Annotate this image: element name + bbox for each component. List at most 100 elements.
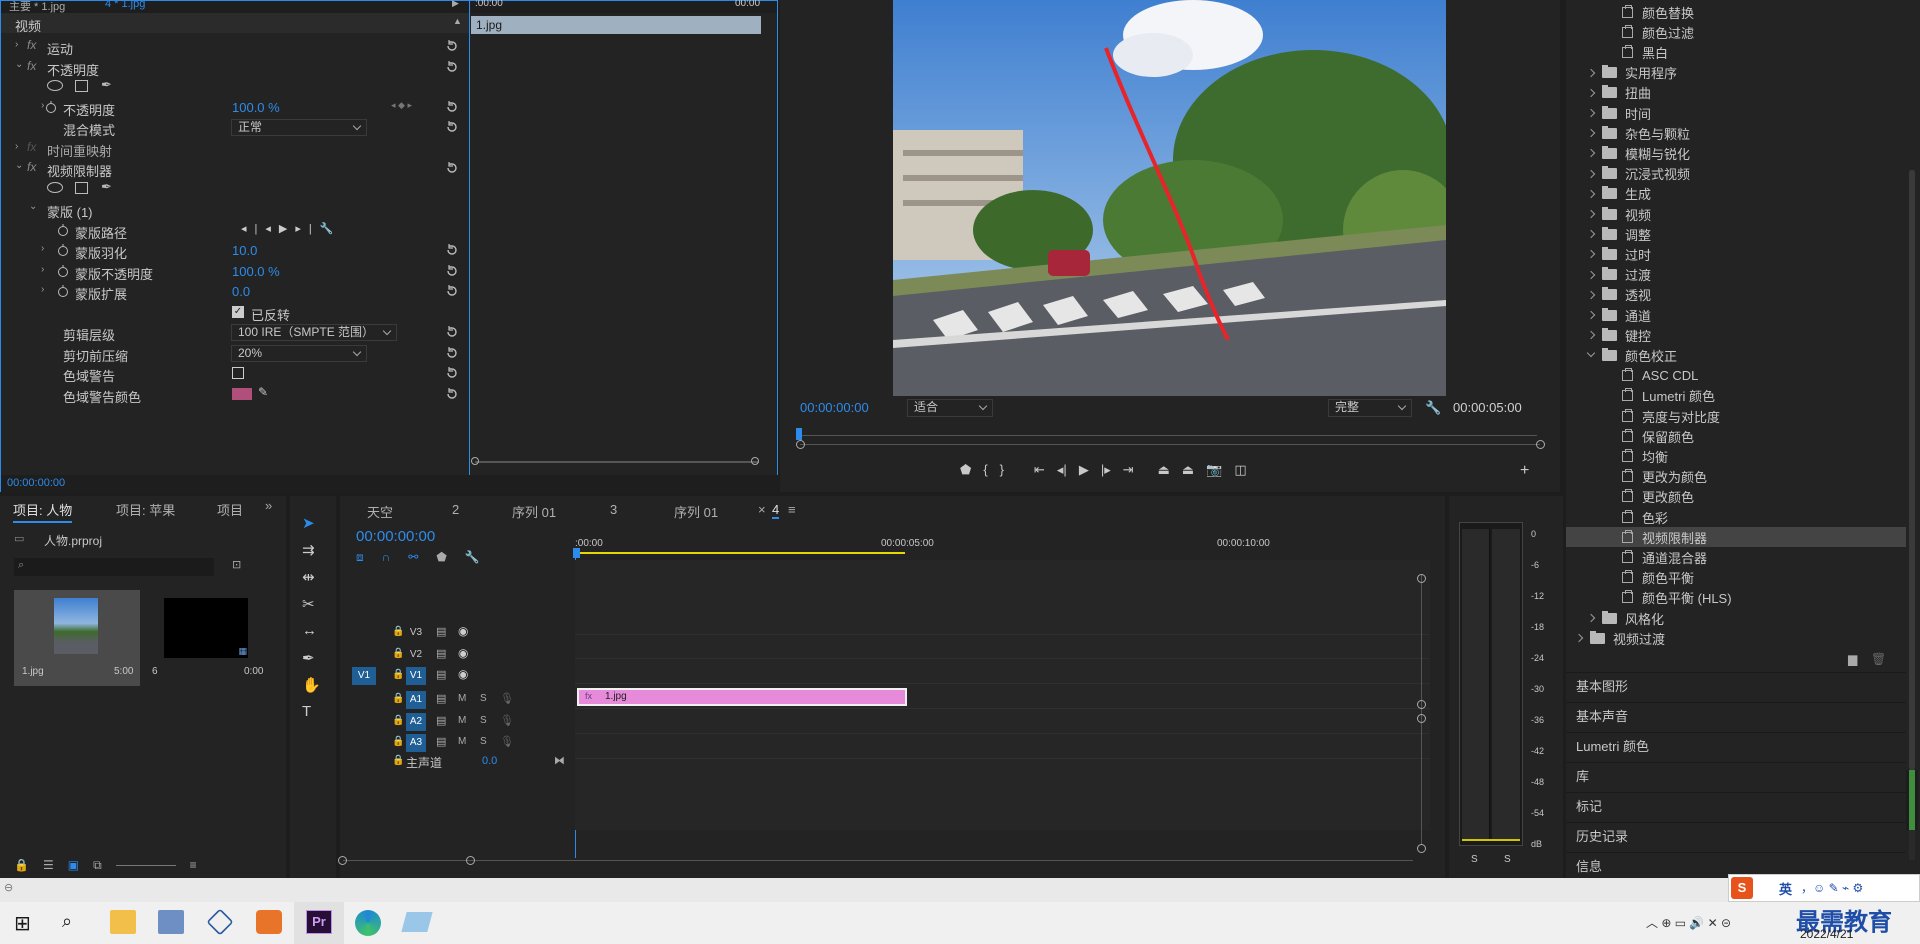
- effect-item[interactable]: 更改颜色: [1566, 487, 1906, 507]
- rect-mask-icon[interactable]: [75, 80, 88, 92]
- project-search-input[interactable]: ⌕: [14, 558, 214, 576]
- effect-item[interactable]: ASC CDL: [1566, 366, 1906, 386]
- reset-icon[interactable]: [445, 100, 459, 114]
- mask-track-buttons[interactable]: ◂|◂▶▸|🔧: [241, 222, 341, 235]
- expand-toggle-icon[interactable]: ⌄: [15, 160, 23, 171]
- effect-item[interactable]: 通道: [1566, 305, 1906, 325]
- effect-item[interactable]: 颜色平衡: [1566, 568, 1906, 588]
- timeline-playhead[interactable]: [573, 548, 580, 558]
- close-tab-icon[interactable]: ×: [758, 502, 766, 517]
- inverted-checkbox[interactable]: ✓: [232, 306, 244, 318]
- track-target-button[interactable]: A3: [406, 734, 426, 752]
- project-tab-people[interactable]: 项目: 人物: [13, 500, 73, 523]
- lift-icon[interactable]: ⏏: [1158, 462, 1170, 482]
- effect-item[interactable]: 视频限制器: [1566, 527, 1906, 548]
- reset-icon[interactable]: [445, 161, 459, 175]
- expand-toggle-icon[interactable]: [1574, 633, 1584, 643]
- file-explorer-icon[interactable]: [110, 910, 136, 934]
- sync-lock-icon[interactable]: ▤: [436, 647, 446, 660]
- track-target-button[interactable]: A2: [406, 713, 426, 731]
- expand-toggle-icon[interactable]: [1586, 613, 1596, 623]
- track-target-button[interactable]: A1: [406, 691, 426, 709]
- effect-item[interactable]: Lumetri 颜色: [1566, 386, 1906, 406]
- mark-out-icon[interactable]: }: [1000, 462, 1004, 482]
- step-forward-icon[interactable]: |▸: [1101, 462, 1111, 482]
- eye-icon[interactable]: ◉: [458, 624, 468, 638]
- ime-mode[interactable]: 英: [1779, 879, 1792, 898]
- app-icon[interactable]: [401, 912, 433, 932]
- snap-icon[interactable]: ∩: [382, 550, 391, 565]
- side-panel-header[interactable]: 基本图形: [1566, 672, 1906, 700]
- timeline-tab[interactable]: 4: [772, 502, 780, 519]
- scroll-handle-right[interactable]: [751, 457, 759, 465]
- property-value[interactable]: 100.0 %: [232, 264, 280, 279]
- export-frame-icon[interactable]: 📷: [1206, 462, 1222, 482]
- search-icon[interactable]: ⌕: [62, 911, 72, 932]
- reset-icon[interactable]: [445, 120, 459, 134]
- v-scroll-handle[interactable]: [1417, 844, 1426, 853]
- eye-icon[interactable]: ◉: [458, 646, 468, 660]
- effect-item[interactable]: 通道混合器: [1566, 547, 1906, 567]
- more-tabs-icon[interactable]: »: [265, 498, 272, 513]
- stopwatch-icon[interactable]: [57, 265, 69, 280]
- slip-tool-icon[interactable]: ↔: [302, 622, 317, 639]
- expand-toggle-icon[interactable]: ⌄: [15, 59, 23, 70]
- expand-toggle-icon[interactable]: ›: [41, 243, 44, 254]
- nest-icon[interactable]: ⧈: [356, 550, 364, 565]
- expand-toggle-icon[interactable]: [1586, 169, 1596, 178]
- mark-in-icon[interactable]: {: [983, 462, 987, 482]
- wrench-icon[interactable]: 🔧: [1425, 400, 1441, 416]
- track-target-button[interactable]: V1: [406, 667, 426, 685]
- mute-button[interactable]: M: [458, 715, 466, 726]
- effect-item[interactable]: 颜色校正: [1566, 345, 1906, 365]
- add-marker-icon[interactable]: ⬟: [436, 550, 446, 565]
- tray-icons[interactable]: ︿ ⊕ ▭ 🔊 ✕ ⊝: [1646, 914, 1731, 931]
- selection-tool-icon[interactable]: ➤: [302, 514, 315, 532]
- clip-bar[interactable]: 1.jpg: [471, 16, 761, 34]
- property-dropdown[interactable]: 正常: [231, 119, 367, 136]
- extract-icon[interactable]: ⏏: [1182, 462, 1194, 482]
- zoom-slider[interactable]: [115, 864, 176, 866]
- property-value[interactable]: 0.0: [232, 284, 250, 299]
- time-ruler[interactable]: [800, 430, 1537, 436]
- timeline-tab[interactable]: 序列 01: [674, 502, 718, 521]
- timeline-timecode[interactable]: 00:00:00:00: [356, 528, 435, 545]
- sequence-tab[interactable]: 4 * 1.jpg: [105, 0, 145, 10]
- list-view-icon[interactable]: ☰: [43, 858, 54, 872]
- effects-scroll-thumb[interactable]: [1909, 170, 1915, 770]
- expand-toggle-icon[interactable]: [1586, 349, 1596, 358]
- scroll-handle-right[interactable]: [466, 856, 475, 865]
- gamut-checkbox[interactable]: [232, 367, 244, 379]
- v-scroll-handle[interactable]: [1417, 714, 1426, 723]
- hand-tool-icon[interactable]: ✋: [302, 676, 321, 694]
- solo-right-button[interactable]: S: [1504, 854, 1511, 865]
- stopwatch-icon[interactable]: [57, 244, 69, 259]
- sogou-logo-icon[interactable]: S: [1731, 877, 1753, 899]
- lock-icon[interactable]: 🔒: [392, 693, 404, 704]
- project-tab[interactable]: 项目: [217, 500, 243, 519]
- effect-item[interactable]: 风格化: [1566, 608, 1906, 628]
- source-patch-button[interactable]: V1: [352, 667, 376, 685]
- effect-item[interactable]: 透视: [1566, 285, 1906, 305]
- app-icon[interactable]: [256, 910, 282, 934]
- master-volume[interactable]: 0.0: [482, 755, 497, 767]
- property-value[interactable]: 10.0: [232, 243, 257, 258]
- side-panel-header[interactable]: 历史记录: [1566, 822, 1906, 850]
- project-tab-apple[interactable]: 项目: 苹果: [116, 500, 175, 519]
- mic-icon[interactable]: 🎙: [500, 692, 514, 705]
- zoom-handle-right[interactable]: [1536, 440, 1545, 449]
- side-panel-header[interactable]: Lumetri 颜色: [1566, 732, 1906, 760]
- cube-app-icon[interactable]: [206, 908, 234, 936]
- fit-dropdown[interactable]: 适合: [907, 399, 993, 417]
- effect-item[interactable]: 时间: [1566, 103, 1906, 123]
- expand-toggle-icon[interactable]: ›: [41, 284, 44, 295]
- property-value[interactable]: 100.0 %: [232, 100, 280, 115]
- timeline-tab[interactable]: 序列 01: [512, 502, 556, 521]
- effect-item[interactable]: 颜色平衡 (HLS): [1566, 588, 1906, 608]
- side-panel-header[interactable]: 库: [1566, 762, 1906, 790]
- timeline-tab[interactable]: 3: [610, 502, 617, 517]
- stopwatch-icon[interactable]: [45, 101, 57, 116]
- sync-lock-icon[interactable]: ▤: [436, 692, 446, 705]
- project-item[interactable]: 1.jpg 5:00: [14, 590, 140, 686]
- rect-mask-icon[interactable]: [75, 182, 88, 194]
